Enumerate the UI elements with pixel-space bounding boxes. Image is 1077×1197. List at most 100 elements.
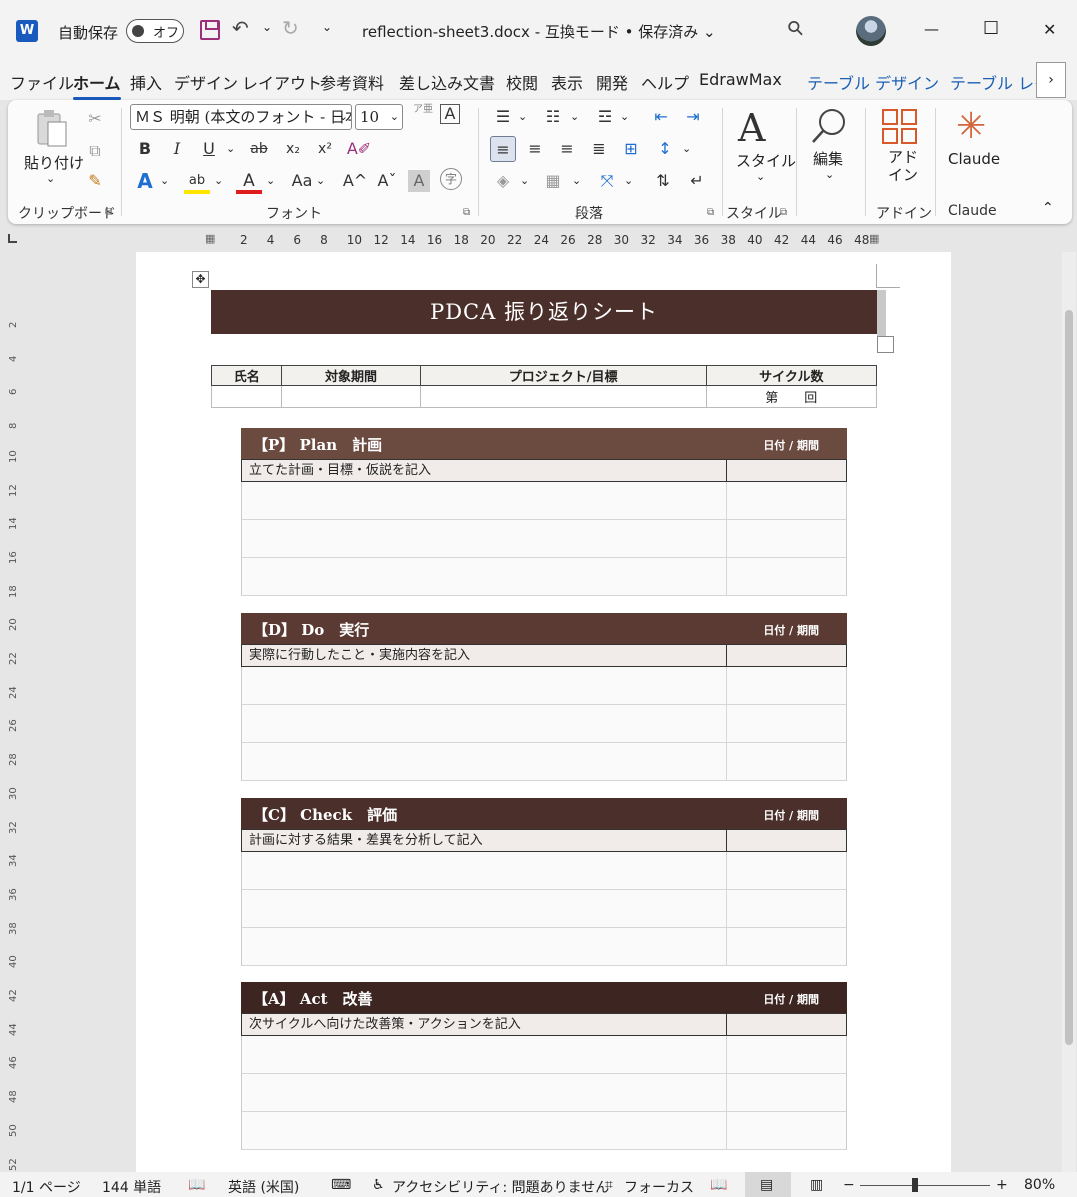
section-hint-row[interactable]: 実際に行動したこと・実施内容を記入 [241,644,847,667]
tab-developer[interactable]: 開発 [596,70,628,94]
section-header[interactable]: 【A】 Act 改善 日付 / 期間 [241,982,847,1013]
info-header-project[interactable]: プロジェクト/目標 [419,365,707,386]
info-header-period[interactable]: 対象期間 [281,365,421,386]
section-header[interactable]: 【P】 Plan 計画 日付 / 期間 [241,428,847,459]
entry-cell[interactable] [242,667,727,704]
date-cell[interactable] [727,1036,846,1073]
entry-cell[interactable] [242,852,727,889]
zoom-out-icon[interactable]: − [843,1177,855,1193]
shrink-font-icon[interactable]: Aˇ [374,168,400,194]
ruler-indent-marker[interactable]: ▦ [205,232,215,245]
highlight-dropdown-icon[interactable]: ⌄ [214,174,223,187]
underline-icon[interactable]: U [196,136,222,162]
table-resize-handle[interactable] [877,336,894,353]
tab-home[interactable]: ホーム [73,70,121,100]
entry-row[interactable] [241,705,847,743]
collapse-ribbon-icon[interactable]: ⌃ [1042,200,1054,216]
change-case-dropdown-icon[interactable]: ⌄ [316,174,325,187]
accessibility-icon[interactable]: ♿ [372,1177,385,1193]
vertical-ruler[interactable]: 2 4 6 8 10 12 14 16 18 20 22 24 26 28 30 32 34 36 38 40 42 44… [0,252,28,1197]
tab-design[interactable]: デザイン [174,70,238,94]
scrollbar-thumb[interactable] [1065,310,1073,1045]
tab-help[interactable]: ヘルプ [641,70,689,94]
tab-view[interactable]: 表示 [551,70,583,94]
horizontal-ruler[interactable]: ▦ ▦ 2 4 6 8 10 12 14 16 18 20 22 24 26 28 30 32 34 36 38 40… [0,228,1077,252]
focus-icon[interactable]: ⌗ [605,1177,613,1193]
avatar[interactable] [856,16,886,46]
date-cell[interactable] [727,852,846,889]
styles-button-label[interactable]: スタイル [736,150,796,171]
tab-references[interactable]: 参考資料 [320,70,384,94]
entry-row[interactable] [241,1112,847,1150]
bold-icon[interactable]: B [132,136,158,162]
clipboard-launcher-icon[interactable]: ⧉ [105,207,112,218]
tab-selector-icon[interactable] [8,234,17,243]
align-center-icon[interactable]: ≡ [522,136,548,162]
autosave-toggle[interactable]: オフ [126,19,184,43]
highlight-icon[interactable]: ab [184,168,210,194]
paste-icon[interactable] [34,108,70,148]
superscript-icon[interactable]: x² [312,136,338,162]
tab-table-design[interactable]: テーブル デザイン [807,70,939,94]
entry-cell[interactable] [242,890,727,927]
page-count[interactable]: 1/1 ページ [12,1177,81,1197]
date-cell[interactable] [727,830,846,851]
addins-icon[interactable] [881,108,919,150]
entry-row[interactable] [241,520,847,558]
section-header[interactable]: 【D】 Do 実行 日付 / 期間 [241,613,847,644]
tab-table-layout[interactable]: テーブル レイ [950,70,1036,94]
customize-toolbar-icon[interactable]: ⌄ [322,20,332,34]
enclose-char-icon[interactable]: 字 [440,168,462,190]
zoom-in-icon[interactable]: + [996,1177,1008,1193]
shading-icon[interactable]: ◈ [490,168,516,194]
section-hint[interactable]: 次サイクルへ向けた改善策・アクションを記入 [242,1014,727,1035]
web-layout-icon[interactable]: ▥ [810,1177,823,1193]
word-count[interactable]: 144 単語 [102,1177,161,1197]
strikethrough-icon[interactable]: ab [246,136,272,162]
align-left-icon[interactable]: ≡ [490,136,516,162]
line-spacing-icon[interactable]: ↕ [652,136,678,162]
section-hint[interactable]: 立てた計画・目標・仮説を記入 [242,460,727,481]
addins-button-label[interactable]: アド イン [888,148,918,184]
entry-cell[interactable] [242,1112,727,1149]
entry-cell[interactable] [242,928,727,965]
entry-row[interactable] [241,558,847,596]
date-cell[interactable] [727,890,846,927]
borders-icon[interactable]: ▦ [540,168,566,194]
date-cell[interactable] [727,1112,846,1149]
paste-label[interactable]: 貼り付け [24,152,84,173]
numbering-dropdown-icon[interactable]: ⌄ [570,110,579,123]
copy-icon[interactable]: ⧉ [82,138,108,164]
borders-dropdown-icon[interactable]: ⌄ [572,174,581,187]
font-color-icon[interactable]: A [236,168,262,194]
line-spacing-dropdown-icon[interactable]: ⌄ [682,142,691,155]
entry-row[interactable] [241,482,847,520]
entry-cell[interactable] [242,558,727,595]
tab-review[interactable]: 校閲 [506,70,538,94]
bullets-icon[interactable]: ☰ [490,104,516,130]
section-do[interactable]: 【D】 Do 実行 日付 / 期間 実際に行動したこと・実施内容を記入 [241,613,847,781]
ruler-indent-marker[interactable]: ▦ [869,232,879,245]
date-cell[interactable] [727,558,846,595]
entry-row[interactable] [241,928,847,966]
tab-insert[interactable]: 挿入 [130,70,162,94]
grow-font-icon[interactable]: A^ [342,168,368,194]
increase-indent-icon[interactable]: ⇥ [680,104,706,130]
claude-icon[interactable]: ✳ [956,106,986,147]
language-status[interactable]: 英語 (米国) [228,1177,299,1197]
font-size-combo[interactable]: 10 ⌄ [355,104,403,130]
styles-launcher-icon[interactable]: ⧉ [780,207,787,218]
focus-mode[interactable]: フォーカス [624,1177,694,1197]
text-direction-dropdown-icon[interactable]: ⌄ [624,174,633,187]
shading-dropdown-icon[interactable]: ⌄ [520,174,529,187]
date-cell[interactable] [727,667,846,704]
multilevel-list-icon[interactable]: ☲ [592,104,618,130]
document-heading[interactable]: PDCA 振り返りシート [211,290,877,334]
justify-icon[interactable]: ≣ [586,136,612,162]
date-cell[interactable] [727,482,846,519]
change-case-icon[interactable]: Aa [286,168,318,194]
date-cell[interactable] [727,705,846,742]
styles-dropdown-icon[interactable]: ⌄ [756,170,765,183]
section-hint[interactable]: 実際に行動したこと・実施内容を記入 [242,645,727,666]
entry-cell[interactable] [242,1036,727,1073]
